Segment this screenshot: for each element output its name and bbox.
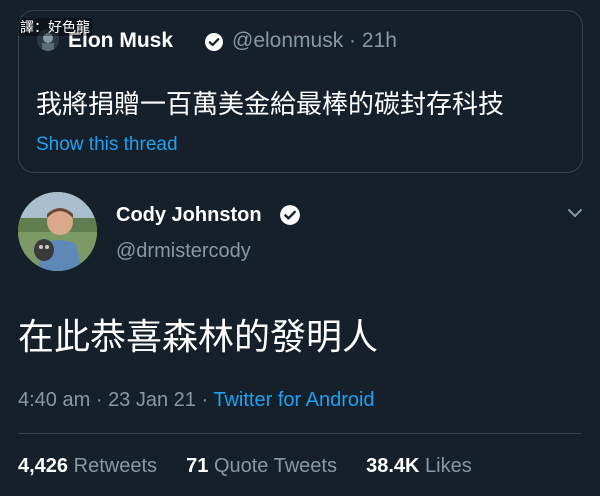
- tweet-date[interactable]: 23 Jan 21: [108, 389, 196, 411]
- likes-stat[interactable]: 38.4K Likes: [361, 455, 472, 477]
- retweets-count: 4,426: [18, 455, 69, 477]
- quoted-author-handle[interactable]: @elonmusk: [232, 29, 343, 52]
- quoted-tweet-time[interactable]: 21h: [362, 29, 397, 52]
- separator-dot: ·: [201, 389, 209, 411]
- separator-dot: ·: [95, 389, 103, 411]
- quoted-tweet-text: 我將捐贈一百萬美金給最棒的碳封存科技: [36, 89, 505, 119]
- author-handle[interactable]: @drmistercody: [116, 240, 251, 263]
- verified-badge-icon: [279, 204, 301, 231]
- translator-watermark: 譯：好色龍: [18, 18, 92, 36]
- quoted-author-handle-line: @elonmusk · 21h: [232, 29, 397, 53]
- likes-count: 38.4K: [366, 455, 420, 477]
- verified-badge-icon: [204, 32, 224, 57]
- tweet-source-link[interactable]: Twitter for Android: [213, 389, 374, 411]
- tweet-text: 在此恭喜森林的發明人: [18, 316, 379, 357]
- quotes-count: 71: [186, 455, 209, 477]
- avatar-image: [18, 192, 97, 271]
- tweet-stats: 4,426 Retweets 71 Quote Tweets 38.4K Lik…: [18, 455, 472, 478]
- tweet-meta: 4:40 am · 23 Jan 21 · Twitter for Androi…: [18, 389, 375, 412]
- quoted-tweet-card[interactable]: Elon Musk @elonmusk · 21h 我將捐贈一百萬美金給最棒的碳…: [18, 10, 583, 173]
- retweets-label: Retweets: [73, 455, 157, 477]
- author-name[interactable]: Cody Johnston: [116, 204, 262, 227]
- retweets-stat[interactable]: 4,426 Retweets: [18, 455, 163, 477]
- likes-label: Likes: [425, 455, 472, 477]
- quotes-stat[interactable]: 71 Quote Tweets: [181, 455, 343, 477]
- tweet-time[interactable]: 4:40 am: [18, 389, 90, 411]
- author-avatar[interactable]: [18, 192, 97, 271]
- separator-dot: ·: [349, 29, 357, 52]
- chevron-down-icon[interactable]: [566, 204, 584, 227]
- show-thread-link[interactable]: Show this thread: [36, 134, 178, 156]
- divider: [18, 433, 581, 434]
- quotes-label: Quote Tweets: [213, 455, 337, 477]
